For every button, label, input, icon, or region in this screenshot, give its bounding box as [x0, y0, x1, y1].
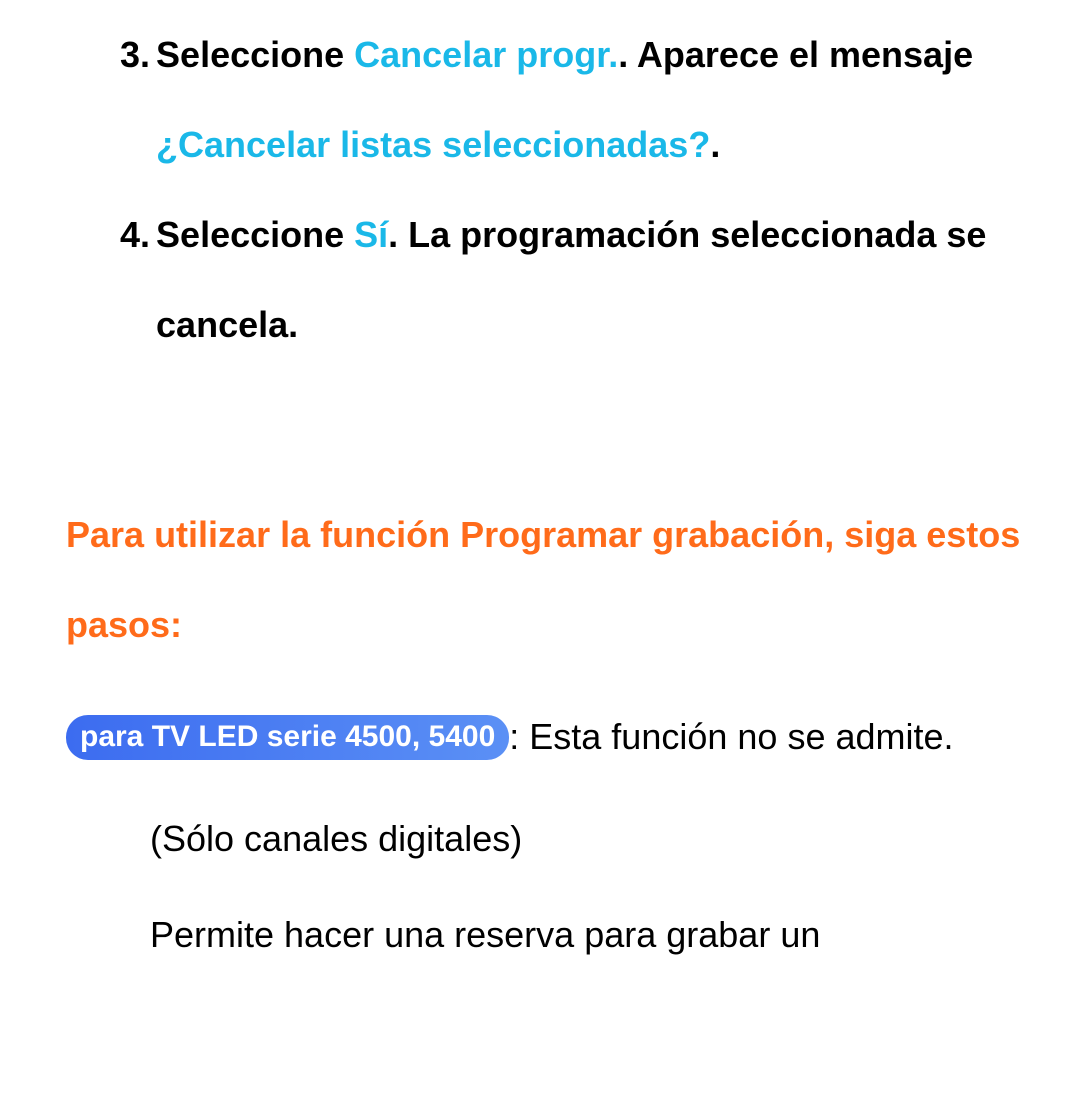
- note-text: : Esta función no se admite.: [509, 716, 953, 757]
- step-3-highlight-2: ¿Cancelar listas seleccionadas?: [156, 124, 710, 165]
- step-3-text-3: .: [710, 124, 720, 165]
- digital-channels-note: (Sólo canales digitales): [0, 794, 1080, 884]
- step-4-highlight-1: Sí: [354, 214, 388, 255]
- step-3-highlight-1: Cancelar progr.: [354, 34, 618, 75]
- step-3: 3. Seleccione Cancelar progr.. Aparece e…: [0, 10, 1080, 190]
- step-4-content: Seleccione Sí. La programación seleccion…: [156, 190, 1040, 370]
- step-3-text-2: . Aparece el mensaje: [618, 34, 973, 75]
- compatibility-note: para TV LED serie 4500, 5400: Esta funci…: [0, 692, 1080, 782]
- step-4-text-1: Seleccione: [156, 214, 354, 255]
- reserve-description: Permite hacer una reserva para grabar un: [0, 890, 1080, 980]
- step-3-marker: 3.: [120, 10, 156, 100]
- step-4: 4. Seleccione Sí. La programación selecc…: [0, 190, 1080, 370]
- step-3-content: Seleccione Cancelar progr.. Aparece el m…: [156, 10, 1040, 190]
- model-badge: para TV LED serie 4500, 5400: [66, 715, 509, 760]
- step-3-text-1: Seleccione: [156, 34, 354, 75]
- step-4-marker: 4.: [120, 190, 156, 280]
- section-heading: Para utilizar la función Programar graba…: [0, 490, 1080, 670]
